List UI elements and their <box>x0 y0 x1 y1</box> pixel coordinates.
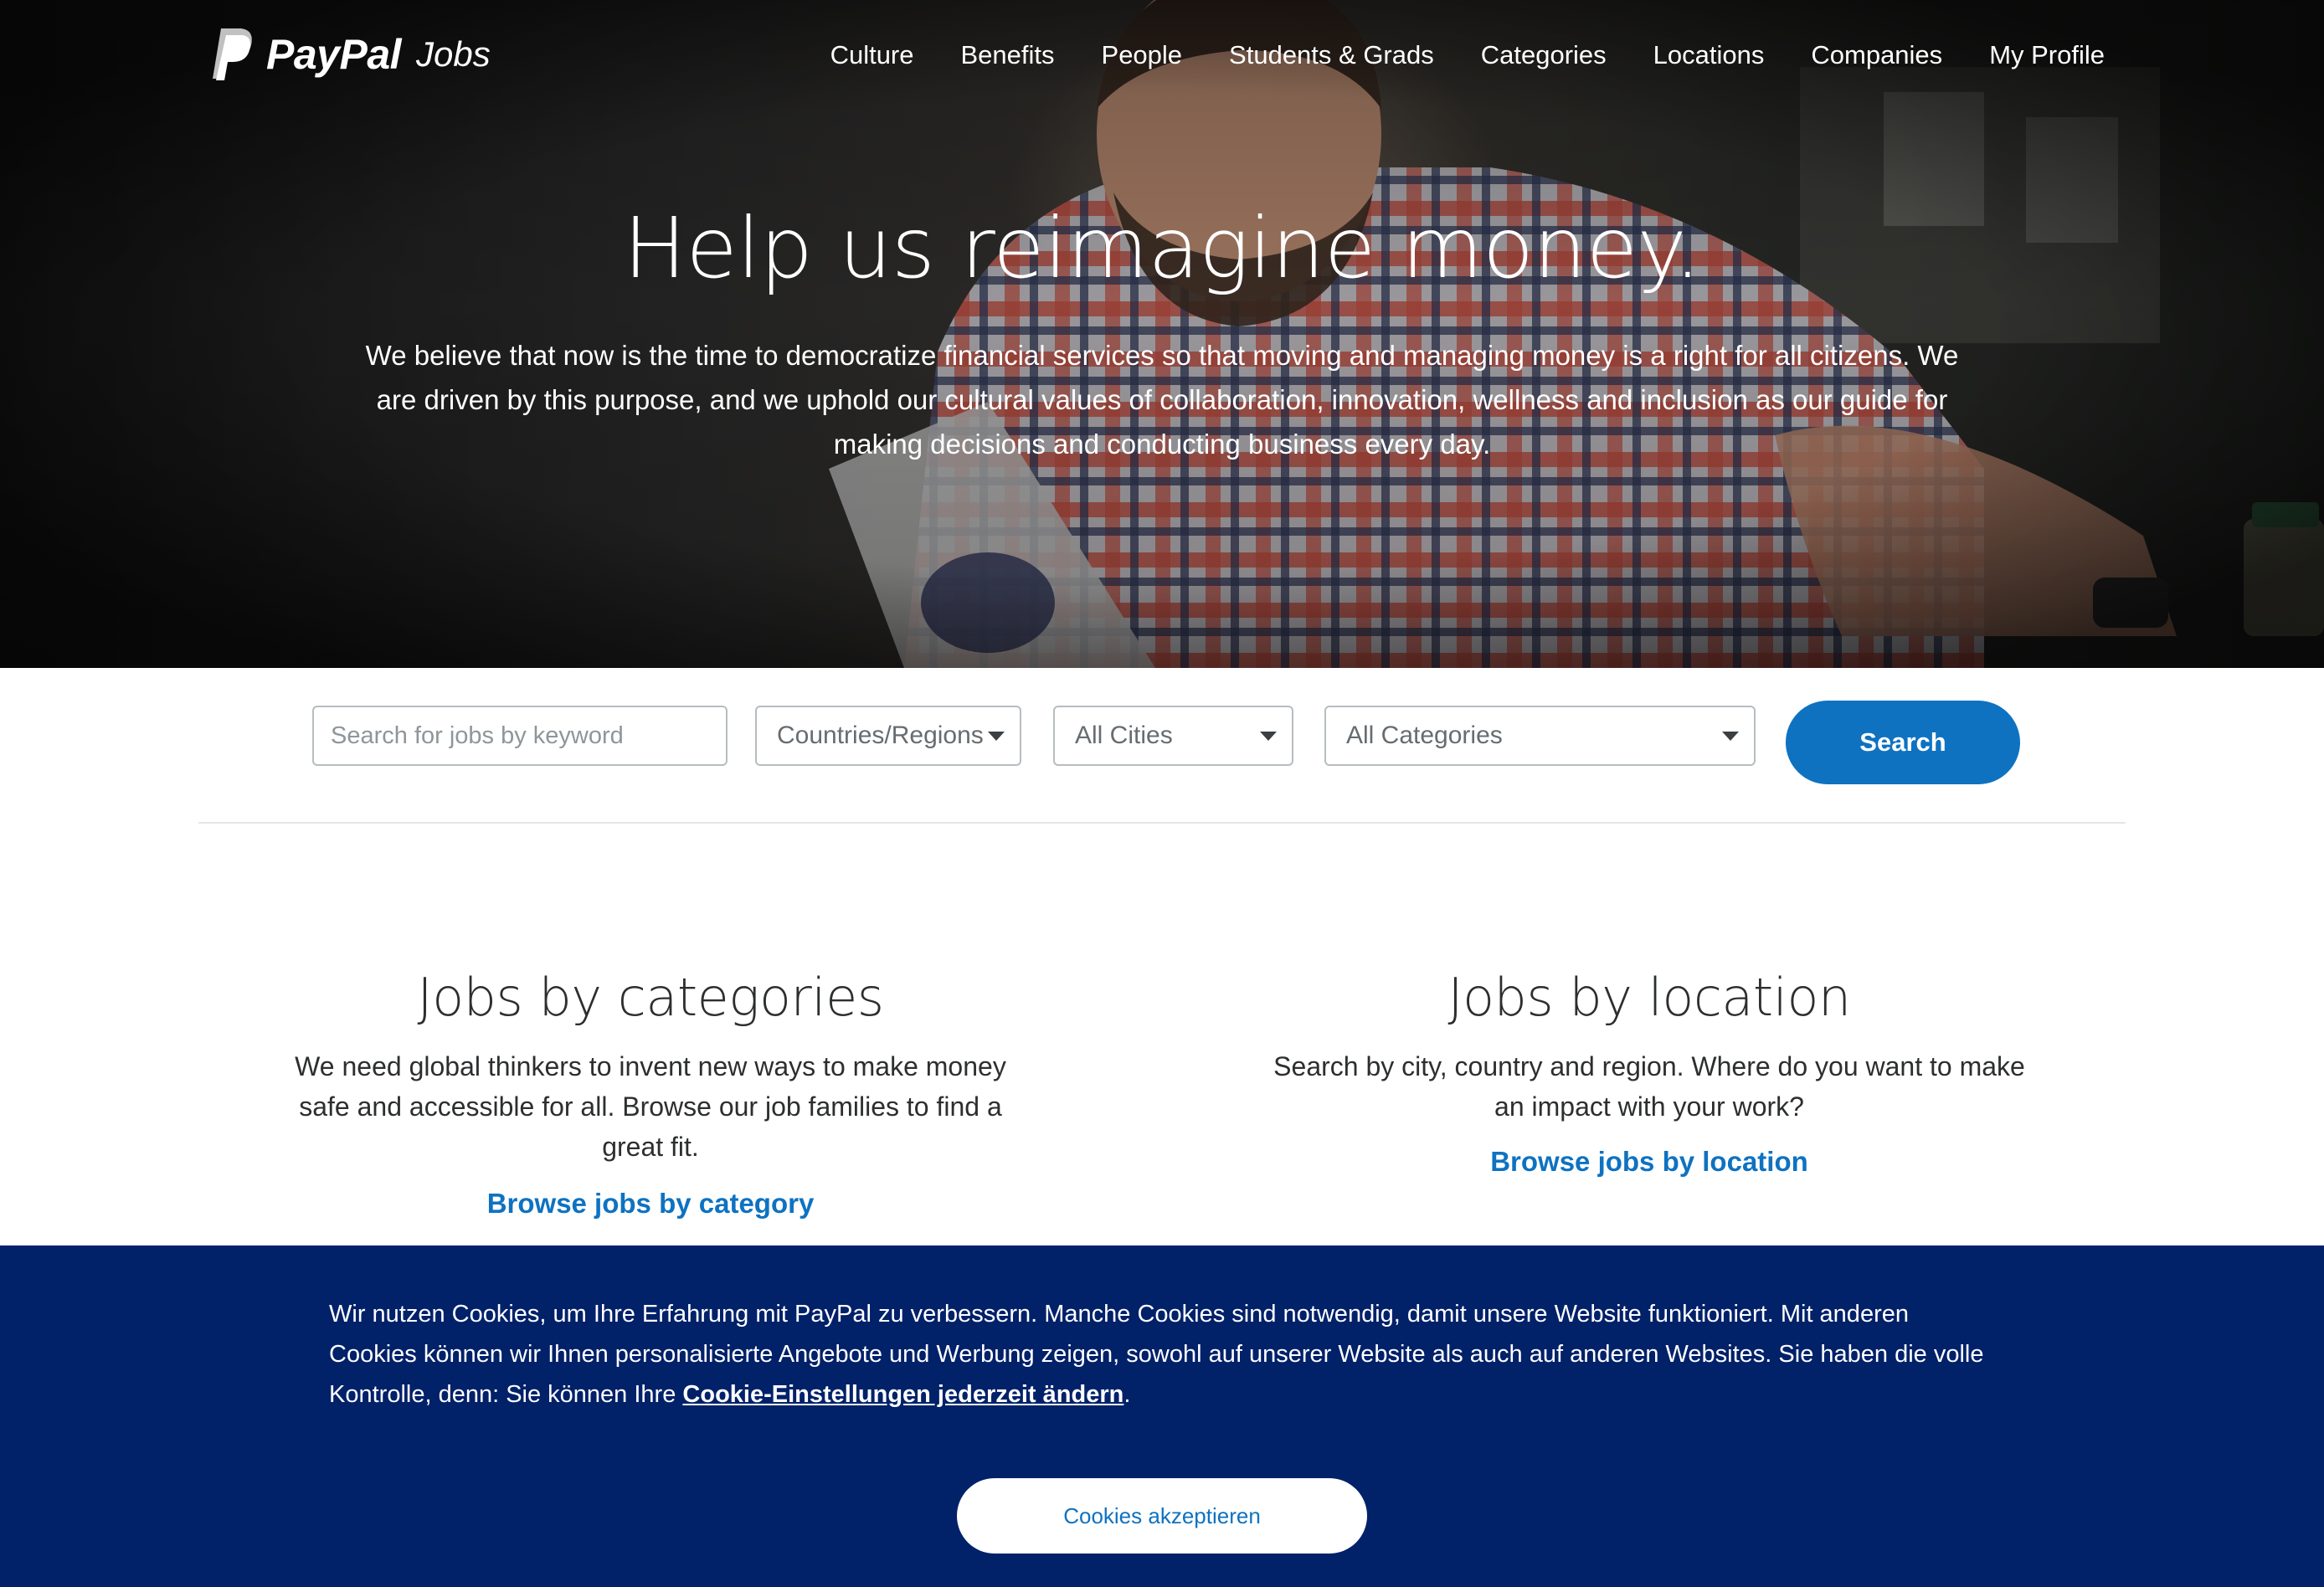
hero-banner: PayPal Jobs Culture Benefits People Stud… <box>0 0 2324 668</box>
nav-locations[interactable]: Locations <box>1653 40 1765 70</box>
keyword-search-input[interactable] <box>312 706 728 766</box>
nav-categories[interactable]: Categories <box>1481 40 1607 70</box>
browse-by-category-link[interactable]: Browse jobs by category <box>487 1188 815 1220</box>
chevron-down-icon <box>1722 732 1739 741</box>
nav-companies[interactable]: Companies <box>1811 40 1942 70</box>
jobs-by-location-section: Jobs by location Search by city, country… <box>1256 967 2043 1178</box>
nav-benefits[interactable]: Benefits <box>961 40 1055 70</box>
cookie-banner: Wir nutzen Cookies, um Ihre Erfahrung mi… <box>0 1245 2324 1587</box>
paypal-jobs-logo[interactable]: PayPal Jobs <box>209 25 491 84</box>
hero-title: Help us reimagine money. <box>623 199 1701 297</box>
chevron-down-icon <box>988 732 1005 741</box>
cookie-settings-link[interactable]: Cookie-Einstellungen jederzeit ändern <box>682 1381 1123 1408</box>
cookie-message: Wir nutzen Cookies, um Ihre Erfahrung mi… <box>329 1294 1995 1415</box>
chevron-down-icon <box>1260 732 1277 741</box>
nav-my-profile[interactable]: My Profile <box>1989 40 2105 70</box>
job-search-bar: Countries/Regions All Cities All Categor… <box>0 668 2324 824</box>
jobs-by-location-title: Jobs by location <box>1447 967 1851 1028</box>
city-value: All Cities <box>1075 722 1173 749</box>
top-navigation: Culture Benefits People Students & Grads… <box>830 40 2105 70</box>
cookie-message-end: . <box>1123 1381 1131 1408</box>
jobs-by-categories-text: We need global thinkers to invent new wa… <box>295 1051 1006 1162</box>
hero-subtitle: We believe that now is the time to democ… <box>365 340 1959 460</box>
jobs-by-categories-title: Jobs by categories <box>417 967 884 1028</box>
city-select[interactable]: All Cities <box>1053 706 1293 766</box>
country-region-select[interactable]: Countries/Regions <box>755 706 1021 766</box>
search-button[interactable]: Search <box>1786 701 2020 784</box>
jobs-by-location-text: Search by city, country and region. Wher… <box>1273 1051 2025 1122</box>
nav-culture[interactable]: Culture <box>830 40 914 70</box>
nav-people[interactable]: People <box>1102 40 1183 70</box>
category-value: All Categories <box>1346 722 1503 749</box>
section-divider <box>198 822 2126 824</box>
logo-product-name: Jobs <box>416 34 491 74</box>
category-select[interactable]: All Categories <box>1324 706 1756 766</box>
country-region-value: Countries/Regions <box>777 722 984 749</box>
browse-by-location-link[interactable]: Browse jobs by location <box>1490 1146 1808 1178</box>
paypal-logo-icon <box>213 28 252 80</box>
jobs-by-categories-section: Jobs by categories We need global thinke… <box>287 967 1014 1220</box>
logo-wordmark: PayPal <box>266 31 402 78</box>
accept-cookies-button[interactable]: Cookies akzeptieren <box>957 1478 1367 1554</box>
cookie-message-text: Wir nutzen Cookies, um Ihre Erfahrung mi… <box>329 1301 1984 1408</box>
nav-students-grads[interactable]: Students & Grads <box>1229 40 1434 70</box>
